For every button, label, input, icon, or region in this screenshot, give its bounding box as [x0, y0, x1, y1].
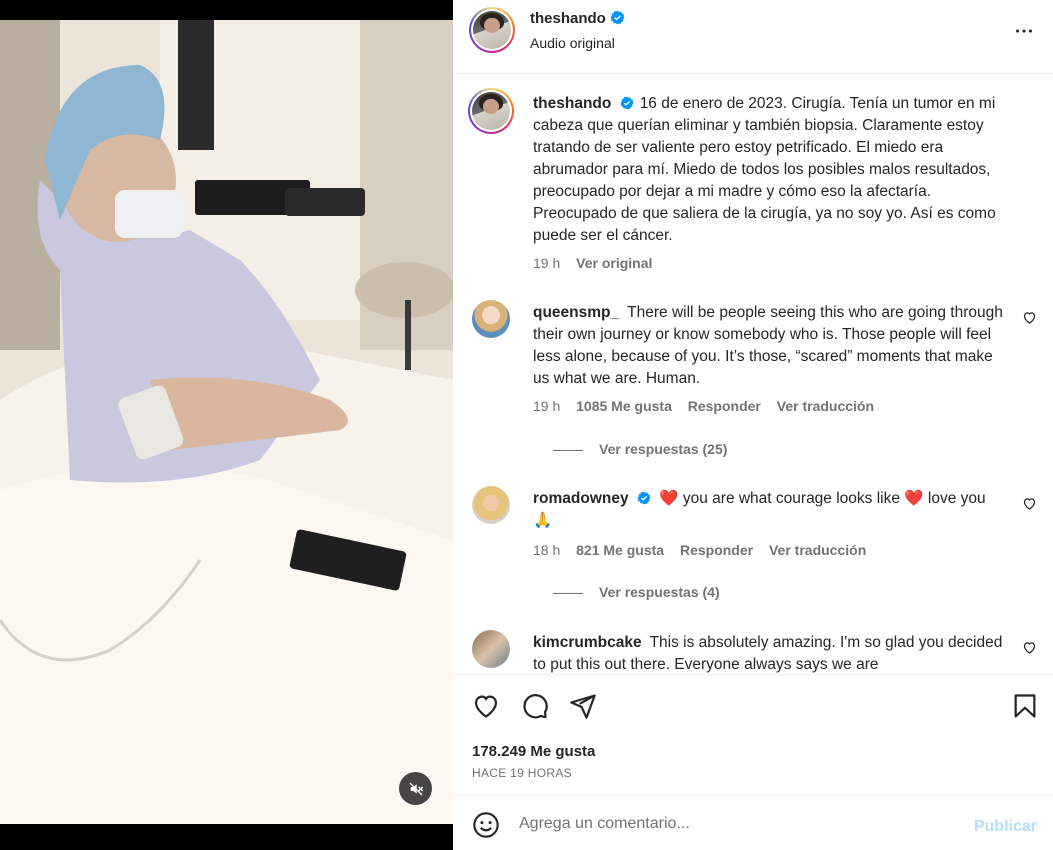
translate-button[interactable]: Ver traducción	[769, 542, 866, 558]
author-name-row: theshando	[530, 10, 625, 28]
share-icon	[570, 694, 596, 719]
comment-likes[interactable]: 821 Me gusta	[576, 542, 664, 558]
caption-time[interactable]: 19 h	[533, 255, 560, 271]
comment-composer: Publicar	[453, 795, 1053, 850]
post-caption: theshando 16 de enero de 2023. Cirugía. …	[468, 88, 1037, 278]
view-replies-button[interactable]: Ver respuestas (4)	[553, 584, 720, 600]
more-options-button[interactable]	[1013, 20, 1035, 47]
caption-author-avatar[interactable]	[468, 88, 514, 134]
audio-label[interactable]: Audio original	[530, 35, 615, 51]
heart-outline-icon	[1023, 642, 1036, 654]
comment-like-button[interactable]	[1022, 640, 1037, 660]
comment-icon	[523, 694, 548, 719]
like-count[interactable]: 178.249 Me gusta	[472, 743, 595, 760]
reply-button[interactable]: Responder	[688, 398, 761, 414]
commenter-avatar[interactable]	[472, 630, 510, 668]
comment-like-button[interactable]	[1022, 496, 1037, 516]
comment-meta: 19 h 1085 Me gusta Responder Ver traducc…	[533, 398, 886, 414]
save-button[interactable]	[1011, 692, 1039, 725]
publish-button[interactable]: Publicar	[974, 818, 1037, 836]
video-frame[interactable]	[0, 20, 453, 824]
share-button[interactable]	[569, 692, 597, 725]
comment-item: queensmp_ There will be people seeing th…	[469, 298, 1037, 458]
heart-outline-icon	[1023, 312, 1036, 324]
comment-item: kimcrumbcake This is absolutely amazing.…	[469, 628, 1037, 674]
replies-divider	[553, 449, 583, 451]
heart-outline-icon	[1023, 498, 1036, 510]
heart-icon	[474, 695, 498, 718]
verified-badge-icon	[620, 96, 634, 110]
reply-button[interactable]: Responder	[680, 542, 753, 558]
commenter-avatar[interactable]	[472, 300, 510, 338]
replies-divider	[553, 592, 583, 594]
post-header: theshando Audio original	[453, 0, 1053, 74]
translate-button[interactable]: Ver traducción	[777, 398, 874, 414]
praying-hands-emoji: 🙏	[533, 512, 553, 529]
post-timestamp[interactable]: HACE 19 HORAS	[472, 766, 572, 780]
comment-username[interactable]: romadowney	[533, 490, 629, 507]
comment-item: romadowney ❤️ you are what courage looks…	[469, 484, 1037, 614]
emoji-icon	[473, 812, 499, 838]
comment-button[interactable]	[521, 692, 549, 725]
comment-text-part-b: love you	[927, 490, 986, 507]
caption-text-block: theshando 16 de enero de 2023. Cirugía. …	[533, 93, 1003, 247]
comments-list[interactable]: theshando 16 de enero de 2023. Cirugía. …	[453, 74, 1053, 674]
view-replies-label: Ver respuestas (25)	[599, 441, 728, 457]
comment-meta: 18 h 821 Me gusta Responder Ver traducci…	[533, 542, 878, 558]
emoji-button[interactable]	[472, 811, 500, 844]
comment-input[interactable]	[519, 813, 949, 835]
more-options-icon	[1016, 29, 1032, 33]
post-media	[0, 0, 453, 850]
post-details-panel: theshando Audio original theshando 16 de…	[453, 0, 1053, 850]
caption-meta: 19 h Ver original	[533, 255, 664, 271]
commenter-avatar[interactable]	[472, 486, 510, 524]
comment-text-block: kimcrumbcake This is absolutely amazing.…	[533, 632, 1003, 674]
comment-text-part-a: you are what courage looks like	[682, 490, 900, 507]
hospital-scene-image	[0, 20, 453, 824]
muted-speaker-icon	[409, 782, 423, 795]
bookmark-icon	[1014, 694, 1036, 718]
comment-username[interactable]: kimcrumbcake	[533, 634, 642, 651]
comment-like-button[interactable]	[1022, 310, 1037, 330]
see-original-button[interactable]: Ver original	[576, 255, 652, 271]
like-button[interactable]	[472, 692, 500, 725]
comment-likes[interactable]: 1085 Me gusta	[576, 398, 672, 414]
comment-text-block: queensmp_ There will be people seeing th…	[533, 302, 1003, 390]
comment-time[interactable]: 18 h	[533, 542, 560, 558]
heart-emoji: ❤️	[659, 490, 679, 507]
caption-username[interactable]: theshando	[533, 95, 611, 112]
verified-badge-icon	[637, 491, 651, 505]
mute-button[interactable]	[399, 772, 432, 805]
author-username[interactable]: theshando	[530, 10, 606, 27]
post-actions: 178.249 Me gusta HACE 19 HORAS	[453, 674, 1053, 794]
view-replies-label: Ver respuestas (4)	[599, 584, 720, 600]
comment-text-block: romadowney ❤️ you are what courage looks…	[533, 488, 1003, 532]
heart-emoji: ❤️	[904, 490, 924, 507]
caption-text: 16 de enero de 2023. Cirugía. Tenía un t…	[533, 95, 996, 244]
author-avatar[interactable]	[469, 7, 515, 53]
comment-time[interactable]: 19 h	[533, 398, 560, 414]
verified-badge-icon	[610, 10, 625, 25]
comment-username[interactable]: queensmp_	[533, 304, 619, 321]
view-replies-button[interactable]: Ver respuestas (25)	[553, 441, 727, 457]
